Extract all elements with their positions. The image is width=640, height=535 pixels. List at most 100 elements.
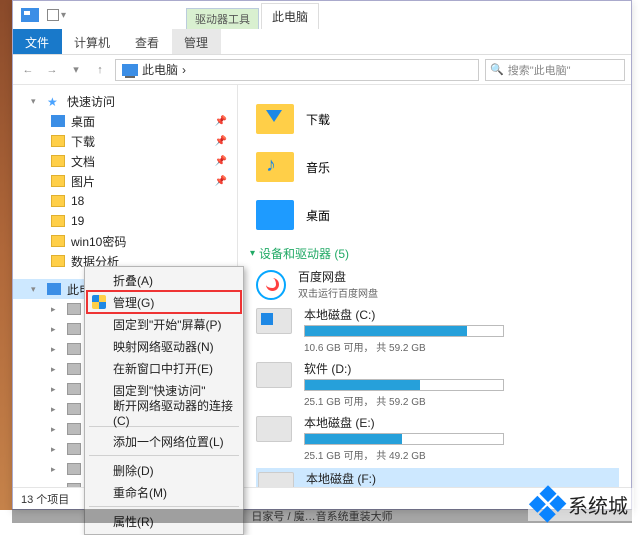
menu-separator (89, 506, 239, 507)
folder-icon (256, 104, 294, 134)
drive-usage-bar (304, 325, 504, 337)
nav-item[interactable]: 19 (13, 211, 237, 231)
drive-name: 本地磁盘 (E:) (304, 414, 619, 431)
caption-text: 日家号 / 魔…音系统重装大师 (251, 508, 392, 524)
menu-item[interactable]: 在新窗口中打开(E) (87, 357, 241, 379)
drive-item[interactable]: 软件 (D:) 25.1 GB 可用， 共 59.2 GB (256, 360, 619, 408)
folder-icon (67, 363, 81, 375)
folder-icon (67, 303, 81, 315)
menu-item[interactable]: 断开网络驱动器的连接(C) (87, 401, 241, 423)
qat-button[interactable] (47, 9, 59, 21)
drive-sub: 双击运行百度网盘 (298, 285, 619, 300)
qat-dropdown-icon[interactable]: ▾ (61, 10, 66, 21)
folder-label: 音乐 (306, 159, 330, 176)
drive-baidu[interactable]: 百度网盘 双击运行百度网盘 (256, 268, 619, 300)
shield-icon (92, 295, 106, 309)
menu-item[interactable]: 重命名(M) (87, 481, 241, 503)
recent-dropdown-icon[interactable]: ▾ (67, 61, 85, 79)
status-count: 13 个项目 (21, 491, 69, 507)
watermark-logo-icon (528, 485, 568, 525)
nav-item[interactable]: 下载 📌 (13, 131, 237, 151)
nav-item[interactable]: 文档 📌 (13, 151, 237, 171)
menu-label: 管理(G) (113, 294, 154, 311)
drive-item[interactable]: 本地磁盘 (E:) 25.1 GB 可用， 共 49.2 GB (256, 414, 619, 462)
menu-item[interactable]: 折叠(A) (87, 269, 241, 291)
nav-item[interactable]: 桌面 📌 (13, 111, 237, 131)
nav-label: 图片 (71, 173, 95, 190)
menu-label: 重命名(M) (113, 484, 167, 501)
chevron-right-icon[interactable]: ▸ (51, 384, 61, 395)
nav-label: 下载 (71, 133, 95, 150)
nav-item[interactable]: 图片 📌 (13, 171, 237, 191)
chevron-down-icon[interactable]: ▾ (31, 284, 41, 295)
titlebar: ▾ 驱动器工具 此电脑 (13, 1, 631, 29)
nav-label: 19 (71, 214, 84, 228)
breadcrumb-sep: › (182, 63, 186, 77)
folder-label: 桌面 (306, 207, 330, 224)
back-button[interactable]: ← (19, 61, 37, 79)
chevron-right-icon[interactable]: ▸ (51, 464, 61, 475)
chevron-right-icon[interactable]: ▸ (51, 324, 61, 335)
drive-free-text: 25.1 GB 可用， 共 49.2 GB (304, 447, 619, 462)
search-input[interactable]: 🔍 搜索"此电脑" (485, 59, 625, 81)
star-icon: ★ (47, 95, 61, 107)
chevron-right-icon[interactable]: ▸ (51, 304, 61, 315)
nav-label: 桌面 (71, 113, 95, 130)
nav-label: 18 (71, 194, 84, 208)
drive-item[interactable]: 本地磁盘 (F:) 9.68 GB 可用， 共 61.7 GB (256, 468, 619, 487)
pin-icon: 📌 (215, 176, 227, 187)
breadcrumb[interactable]: 此电脑 › (115, 59, 479, 81)
folder-icon (67, 323, 81, 335)
section-devices-drives[interactable]: ▾ 设备和驱动器 (5) (250, 245, 623, 262)
chevron-right-icon[interactable]: ▸ (51, 444, 61, 455)
up-button[interactable]: ↑ (91, 61, 109, 79)
nav-label: 文档 (71, 153, 95, 170)
folder-item[interactable]: 桌面 (256, 191, 623, 239)
pin-icon: 📌 (215, 156, 227, 167)
drive-free-text: 25.1 GB 可用， 共 59.2 GB (304, 393, 619, 408)
drive-free-text: 10.6 GB 可用， 共 59.2 GB (304, 339, 619, 354)
folder-icon (67, 463, 81, 475)
pin-icon: 📌 (215, 136, 227, 147)
menu-item[interactable]: 映射网络驱动器(N) (87, 335, 241, 357)
pin-icon: 📌 (215, 116, 227, 127)
chevron-right-icon[interactable]: ▸ (51, 344, 61, 355)
nav-item[interactable]: win10密码 (13, 231, 237, 251)
folder-icon (67, 383, 81, 395)
chevron-down-icon[interactable]: ▾ (31, 96, 41, 107)
drive-icon (256, 362, 292, 388)
search-icon: 🔍 (490, 63, 504, 76)
ribbon-tab-view[interactable]: 查看 (123, 29, 172, 54)
pc-icon (122, 64, 138, 76)
baidu-icon (256, 270, 286, 300)
menu-label: 添加一个网络位置(L) (113, 433, 224, 450)
drive-name: 软件 (D:) (304, 360, 619, 377)
menu-item[interactable]: 管理(G) (87, 291, 241, 313)
ribbon-file[interactable]: 文件 (13, 29, 62, 54)
drive-icon (258, 472, 294, 487)
ribbon-tab-computer[interactable]: 计算机 (62, 29, 123, 54)
folder-icon (256, 200, 294, 230)
menu-item[interactable]: 固定到"开始"屏幕(P) (87, 313, 241, 335)
nav-quick-access[interactable]: ▾ ★ 快速访问 (13, 91, 237, 111)
menu-label: 折叠(A) (113, 272, 153, 289)
menu-item[interactable]: 添加一个网络位置(L) (87, 430, 241, 452)
drive-icon (256, 416, 292, 442)
contextual-tab-drive-tools[interactable]: 驱动器工具 (186, 8, 259, 29)
folder-item[interactable]: 音乐 (256, 143, 623, 191)
menu-item[interactable]: 删除(D) (87, 459, 241, 481)
ribbon-tab-manage[interactable]: 管理 (172, 29, 221, 54)
chevron-right-icon[interactable]: ▸ (51, 424, 61, 435)
folder-item[interactable]: 下载 (256, 95, 623, 143)
forward-button[interactable]: → (43, 61, 61, 79)
nav-item[interactable]: 18 (13, 191, 237, 211)
ribbon-tabs: 文件 计算机 查看 管理 (13, 29, 631, 55)
folder-icon (67, 403, 81, 415)
folder-icon (51, 255, 65, 267)
menu-label: 断开网络驱动器的连接(C) (113, 397, 233, 428)
chevron-right-icon[interactable]: ▸ (51, 404, 61, 415)
chevron-right-icon[interactable]: ▸ (51, 484, 61, 488)
drive-item[interactable]: 本地磁盘 (C:) 10.6 GB 可用， 共 59.2 GB (256, 306, 619, 354)
chevron-right-icon[interactable]: ▸ (51, 364, 61, 375)
chevron-down-icon: ▾ (250, 248, 255, 259)
